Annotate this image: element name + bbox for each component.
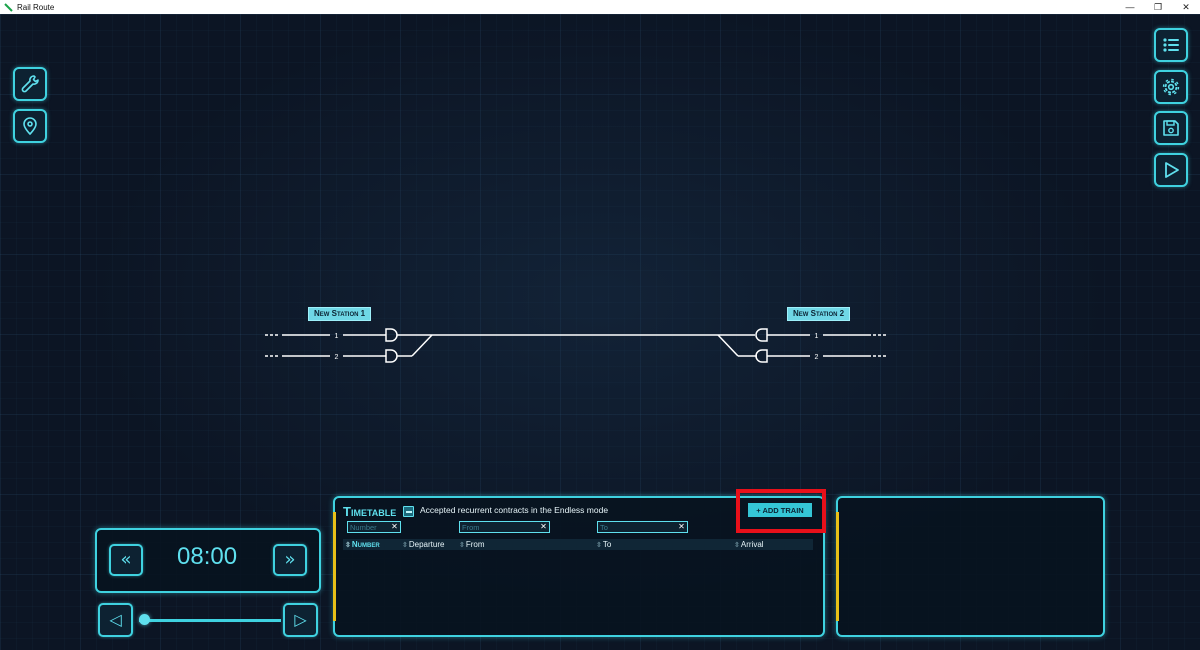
step-forward-button[interactable]: ▷ — [283, 603, 318, 637]
time-slider-track[interactable] — [139, 619, 281, 622]
play-button[interactable] — [1154, 153, 1188, 187]
step-back-icon: ◁ — [109, 610, 122, 629]
step-back-button[interactable]: ◁ — [98, 603, 133, 637]
wrench-icon — [21, 75, 39, 93]
locations-button[interactable] — [13, 109, 47, 143]
sort-icon: ⇳ — [734, 542, 740, 549]
from-filter-input[interactable] — [461, 522, 541, 532]
to-filter: ✕ — [597, 521, 688, 533]
sort-icon: ⇳ — [402, 542, 408, 549]
timetable-header-row: ⇳Number ⇳Departure ⇳From ⇳To ⇳Arrival — [343, 539, 813, 550]
clock-time: 08:00 — [177, 543, 238, 570]
minus-icon — [405, 510, 412, 513]
gear-icon — [1162, 78, 1180, 96]
list-icon — [1163, 38, 1179, 52]
tools-button[interactable] — [13, 67, 47, 101]
station-label-1[interactable]: New Station 1 — [308, 307, 372, 321]
settings-button[interactable] — [1154, 70, 1188, 104]
signal-left-1[interactable] — [385, 328, 398, 342]
column-label: From — [465, 540, 485, 549]
column-header-from[interactable]: ⇳From — [459, 539, 485, 550]
number-filter-input[interactable] — [349, 522, 391, 532]
column-header-number[interactable]: ⇳Number — [345, 539, 380, 550]
column-label: Departure — [408, 540, 445, 549]
time-slider-handle[interactable] — [139, 614, 150, 625]
number-filter: ✕ — [347, 521, 401, 533]
fast-forward-button[interactable]: » — [273, 544, 307, 576]
fast-forward-icon: » — [284, 549, 296, 570]
column-label: To — [602, 540, 612, 549]
signal-right-2[interactable] — [755, 349, 768, 363]
number-filter-clear-icon[interactable]: ✕ — [390, 522, 399, 532]
rewind-icon: « — [120, 549, 132, 570]
column-label: Number — [351, 540, 380, 549]
signal-right-1[interactable] — [755, 328, 768, 342]
track-number-right-2: 2 — [815, 354, 819, 361]
column-header-to[interactable]: ⇳To — [596, 539, 611, 550]
to-filter-input[interactable] — [599, 522, 679, 532]
track-number-left-1: 1 — [335, 333, 339, 340]
rewind-button[interactable]: « — [109, 544, 143, 576]
timetable-panel: Timetable Accepted recurrent contracts i… — [333, 496, 825, 637]
sort-icon: ⇳ — [459, 542, 465, 549]
column-label: Arrival — [740, 540, 764, 549]
switch-left[interactable] — [411, 334, 433, 357]
sort-icon: ⇳ — [596, 542, 602, 549]
switch-right[interactable] — [717, 334, 739, 357]
add-train-button[interactable]: + ADD TRAIN — [748, 503, 812, 517]
sort-icon: ⇳ — [345, 542, 351, 549]
step-forward-icon: ▷ — [294, 610, 307, 629]
from-filter-clear-icon[interactable]: ✕ — [539, 522, 548, 532]
panel-accent-bar — [836, 512, 839, 621]
column-header-departure[interactable]: ⇳Departure — [402, 539, 444, 550]
to-filter-clear-icon[interactable]: ✕ — [677, 522, 686, 532]
save-icon — [1163, 120, 1179, 136]
timetable-collapse-toggle[interactable] — [403, 506, 414, 517]
save-button[interactable] — [1154, 111, 1188, 145]
track-number-right-1: 1 — [815, 333, 819, 340]
timetable-subtitle: Accepted recurrent contracts in the Endl… — [420, 505, 609, 515]
station-label-2[interactable]: New Station 2 — [787, 307, 851, 321]
timetable-title: Timetable — [343, 504, 397, 519]
map-pin-icon — [23, 117, 37, 136]
details-panel — [836, 496, 1105, 637]
play-icon — [1165, 162, 1179, 178]
track-number-left-2: 2 — [335, 354, 339, 361]
column-header-arrival[interactable]: ⇳Arrival — [734, 539, 764, 550]
signal-left-2[interactable] — [385, 349, 398, 363]
menu-list-button[interactable] — [1154, 28, 1188, 62]
panel-accent-bar — [333, 512, 336, 621]
from-filter: ✕ — [459, 521, 550, 533]
clock-panel: « 08:00 » — [95, 528, 321, 593]
